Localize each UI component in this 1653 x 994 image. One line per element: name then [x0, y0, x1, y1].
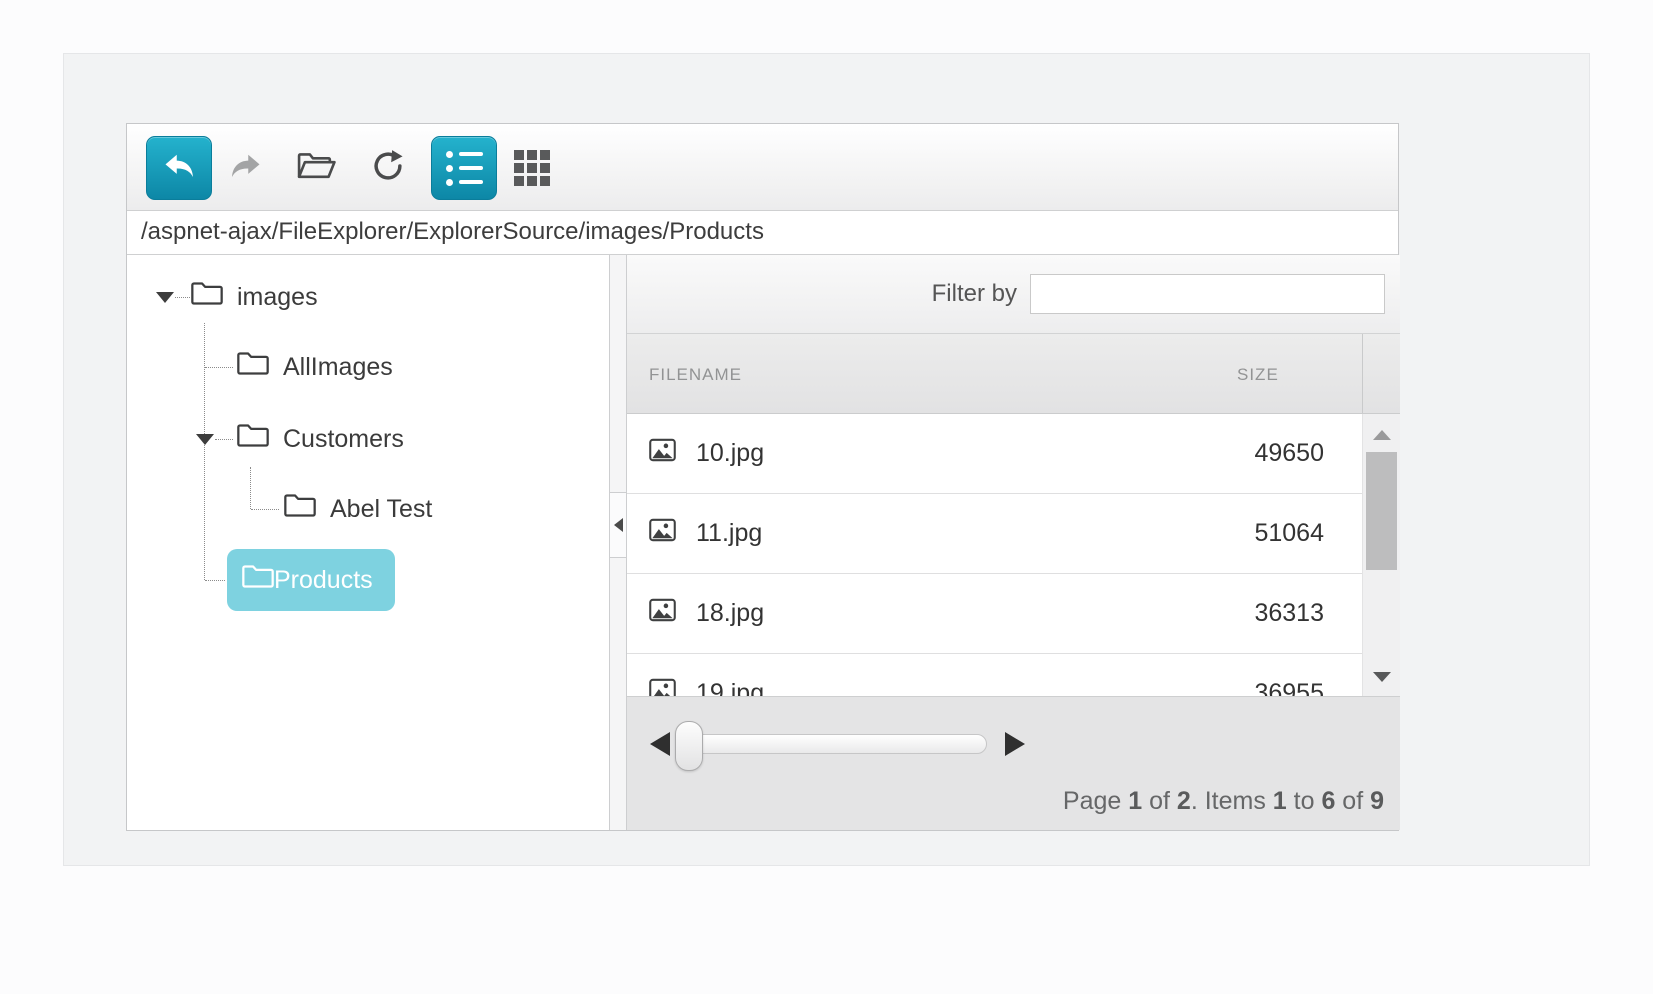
demo-panel: images AllImages Customers	[63, 53, 1590, 866]
list-view-button[interactable]	[431, 136, 497, 200]
file-name: 11.jpg	[696, 519, 762, 548]
tree-node-abel-test[interactable]: Abel Test	[284, 481, 432, 537]
refresh-button[interactable]	[365, 145, 411, 191]
file-name: 10.jpg	[696, 439, 764, 468]
list-view-icon	[446, 151, 483, 186]
image-file-icon	[649, 518, 676, 549]
tree-node-images[interactable]: images	[191, 269, 318, 325]
folder-icon	[284, 492, 316, 526]
grid-body: 10.jpg 49650 11.jpg 51064	[627, 414, 1400, 696]
back-arrow-icon	[161, 148, 197, 189]
tree-connector	[204, 323, 205, 580]
header-divider	[1362, 334, 1363, 413]
scroll-up-icon[interactable]	[1373, 430, 1391, 440]
tree-node-customers[interactable]: Customers	[237, 411, 404, 467]
open-folder-icon	[296, 149, 336, 188]
file-row[interactable]: 19.jpg 36955	[627, 654, 1362, 696]
file-row[interactable]: 18.jpg 36313	[627, 574, 1362, 654]
slider-left-arrow-icon[interactable]	[650, 732, 670, 756]
filter-label: Filter by	[932, 280, 1017, 308]
folder-tree: images AllImages Customers	[127, 255, 609, 830]
file-explorer: images AllImages Customers	[126, 123, 1399, 831]
main-area: images AllImages Customers	[127, 255, 1398, 830]
tree-node-label: Products	[274, 566, 373, 595]
folder-icon	[242, 563, 274, 597]
file-name: 19.jpg	[696, 679, 764, 696]
collapse-left-icon	[614, 518, 623, 532]
refresh-icon	[369, 147, 407, 190]
tree-node-label: Abel Test	[330, 495, 432, 524]
address-input[interactable]	[127, 211, 1398, 253]
pager-status-text: Page 1 of 2. Items 1 to 6 of 9	[1063, 787, 1384, 816]
slider-right-arrow-icon[interactable]	[1005, 732, 1025, 756]
column-header-size[interactable]: SIZE	[1237, 365, 1279, 385]
tree-connector	[215, 439, 233, 440]
scroll-down-icon[interactable]	[1373, 672, 1391, 682]
tree-node-label: Customers	[283, 425, 404, 454]
scrollbar-thumb[interactable]	[1366, 452, 1397, 570]
grid-view-button[interactable]	[509, 145, 555, 191]
image-file-icon	[649, 678, 676, 696]
splitter-collapse-handle[interactable]	[610, 492, 626, 558]
tree-node-label: AllImages	[283, 353, 393, 382]
forward-button[interactable]	[223, 145, 269, 191]
forward-arrow-icon	[228, 148, 264, 189]
tree-connector	[250, 467, 251, 509]
file-grid-pane: Filter by FILENAME SIZE 10.jpg	[627, 255, 1400, 830]
tree-connector	[205, 580, 225, 581]
pager-bar: Page 1 of 2. Items 1 to 6 of 9	[627, 696, 1400, 830]
grid-view-icon	[514, 150, 550, 186]
folder-icon	[237, 422, 269, 456]
file-size: 49650	[1254, 439, 1362, 468]
file-size: 36313	[1254, 599, 1362, 628]
folder-icon	[237, 350, 269, 384]
file-size: 36955	[1254, 679, 1362, 696]
tree-connector	[205, 367, 233, 368]
folder-icon	[191, 280, 223, 314]
grid-header: FILENAME SIZE	[627, 334, 1400, 414]
address-bar	[127, 211, 1398, 255]
pane-splitter[interactable]	[609, 255, 627, 830]
tree-node-label: images	[237, 283, 318, 312]
tree-connector	[175, 297, 190, 298]
back-button[interactable]	[146, 136, 212, 200]
image-file-icon	[649, 598, 676, 629]
tree-connector	[251, 509, 279, 510]
open-folder-button[interactable]	[293, 145, 339, 191]
toolbar	[127, 124, 1398, 211]
collapse-toggle-images[interactable]	[156, 292, 174, 303]
tree-node-products-selected[interactable]: Products	[227, 549, 395, 611]
image-file-icon	[649, 438, 676, 469]
column-header-filename[interactable]: FILENAME	[649, 365, 742, 385]
filter-bar: Filter by	[627, 255, 1400, 334]
file-rows: 10.jpg 49650 11.jpg 51064	[627, 414, 1362, 696]
file-row[interactable]: 10.jpg 49650	[627, 414, 1362, 494]
file-name: 18.jpg	[696, 599, 764, 628]
page-slider-track[interactable]	[682, 734, 987, 754]
file-size: 51064	[1254, 519, 1362, 548]
tree-node-allimages[interactable]: AllImages	[237, 339, 393, 395]
file-row[interactable]: 11.jpg 51064	[627, 494, 1362, 574]
page-slider-thumb[interactable]	[675, 721, 703, 771]
vertical-scrollbar[interactable]	[1362, 414, 1400, 696]
collapse-toggle-customers[interactable]	[196, 434, 214, 445]
filter-input[interactable]	[1030, 274, 1385, 314]
